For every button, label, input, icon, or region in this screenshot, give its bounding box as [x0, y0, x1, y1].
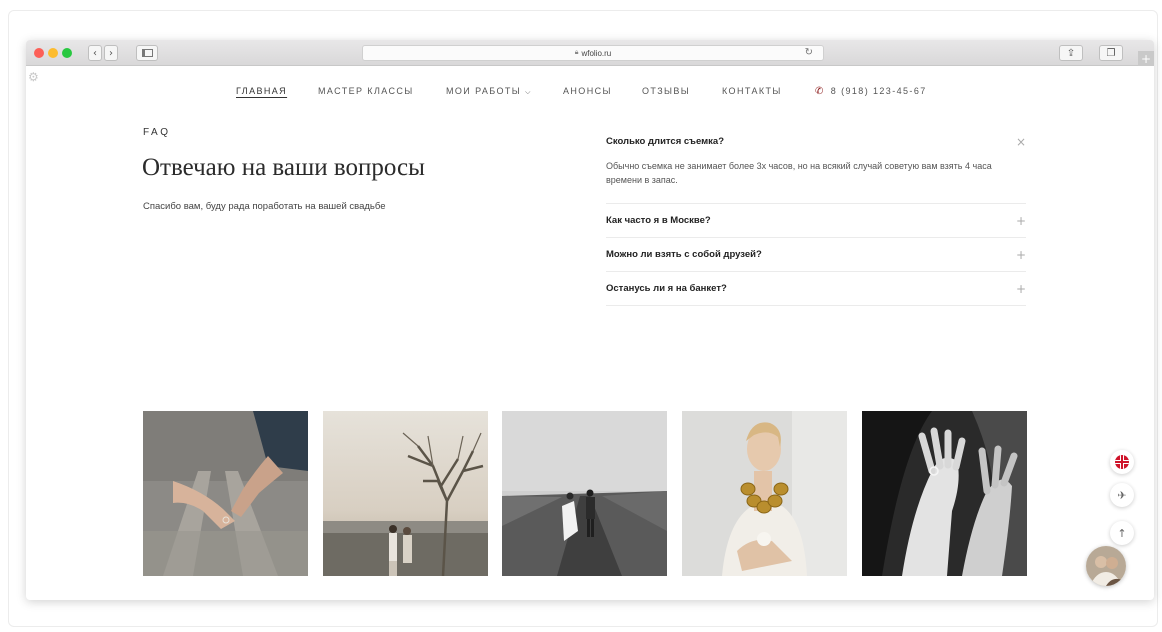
nav-phone-number: 8 (918) 123-45-67 — [830, 86, 927, 96]
plus-icon[interactable]: + — [1016, 279, 1026, 299]
photo-gallery — [143, 411, 1027, 576]
reload-icon[interactable]: ↻ — [805, 47, 813, 58]
nav-item-master-classes[interactable]: МАСТЕР КЛАССЫ — [318, 86, 414, 96]
nav-item-reviews[interactable]: ОТЗЫВЫ — [642, 86, 690, 96]
plus-icon[interactable]: + — [1016, 211, 1026, 231]
browser-window: ‹ › 🔒︎ wfolio.ru ↻ ⇪ ❐ + ⚙ ГЛАВНАЯ МАСТЕ… — [26, 40, 1154, 600]
address-bar[interactable]: 🔒︎ wfolio.ru ↻ — [362, 45, 824, 61]
nav-item-contacts[interactable]: КОНТАКТЫ — [722, 86, 782, 96]
maximize-window-button[interactable] — [62, 48, 72, 58]
address-url: wfolio.ru — [581, 48, 612, 58]
faq-question-open[interactable]: Сколько длится съемка? × — [606, 132, 1026, 152]
send-message-button[interactable]: ✈ — [1110, 483, 1134, 507]
language-switch-button[interactable] — [1110, 450, 1134, 474]
share-button[interactable]: ⇪ — [1059, 45, 1083, 61]
browser-toolbar: ‹ › 🔒︎ wfolio.ru ↻ ⇪ ❐ + — [26, 40, 1154, 66]
plus-icon[interactable]: + — [1016, 245, 1026, 265]
gallery-photo-hands-closeup[interactable] — [862, 411, 1027, 576]
faq-question[interactable]: Как часто я в Москве? + — [606, 204, 1026, 238]
close-icon[interactable]: × — [1016, 132, 1026, 152]
gallery-photo-gold-necklace[interactable] — [682, 411, 847, 576]
chevron-down-icon: ⌵ — [525, 88, 532, 96]
faq-question-text: Можно ли взять с собой друзей? — [606, 249, 762, 260]
page-subtitle: Спасибо вам, буду рада поработать на ваш… — [143, 201, 386, 212]
gallery-photo-hands-railway[interactable] — [143, 411, 308, 576]
main-navigation: ГЛАВНАЯ МАСТЕР КЛАССЫ МОИ РАБОТЫ ⌵ АНОНС… — [26, 86, 1154, 102]
nav-item-my-works[interactable]: МОИ РАБОТЫ ⌵ — [446, 86, 532, 97]
uk-flag-icon — [1115, 455, 1129, 469]
faq-question[interactable]: Можно ли взять с собой друзей? + — [606, 238, 1026, 272]
close-window-button[interactable] — [34, 48, 44, 58]
faq-answer: Обычно съемка не занимает более 3х часов… — [606, 152, 1026, 204]
chevron-left-icon: ‹ — [93, 47, 97, 59]
gallery-photo-tree-sunset[interactable] — [323, 411, 488, 576]
new-tab-button[interactable]: + — [1138, 51, 1154, 66]
minimize-window-button[interactable] — [48, 48, 58, 58]
sidebar-icon — [141, 49, 153, 57]
nav-item-home[interactable]: ГЛАВНАЯ — [236, 86, 287, 96]
paper-plane-icon: ✈ — [1117, 488, 1127, 502]
share-icon: ⇪ — [1066, 47, 1076, 59]
nav-item-my-works-label: МОИ РАБОТЫ — [446, 86, 522, 96]
tabs-overview-button[interactable]: ❐ — [1099, 45, 1123, 61]
phone-icon: ✆ — [815, 86, 825, 97]
faq-label: FAQ — [143, 127, 171, 138]
nav-item-announcements[interactable]: АНОНСЫ — [563, 86, 612, 96]
sidebar-toggle-button[interactable] — [136, 45, 158, 61]
nav-phone-link[interactable]: ✆ 8 (918) 123-45-67 — [815, 86, 927, 97]
faq-question-text: Сколько длится съемка? — [606, 136, 725, 147]
faq-question-text: Как часто я в Москве? — [606, 215, 711, 226]
chevron-right-icon: › — [109, 47, 113, 59]
faq-question[interactable]: Останусь ли я на банкет? + — [606, 272, 1026, 306]
page-title: Отвечаю на ваши вопросы — [142, 154, 425, 181]
tabs-icon: ❐ — [1106, 47, 1116, 59]
back-button[interactable]: ‹ — [88, 45, 102, 61]
gallery-photo-road-walk[interactable] — [502, 411, 667, 576]
faq-question-text: Останусь ли я на банкет? — [606, 283, 727, 294]
forward-button[interactable]: › — [104, 45, 118, 61]
plus-icon: + — [1140, 51, 1152, 66]
arrow-up-icon: ↑ — [1117, 526, 1127, 540]
avatar[interactable] — [1086, 546, 1126, 586]
settings-gear-icon[interactable]: ⚙ — [28, 70, 39, 84]
faq-accordion: Сколько длится съемка? × Обычно съемка н… — [606, 132, 1026, 306]
lock-icon: 🔒︎ — [574, 49, 579, 56]
scroll-to-top-button[interactable]: ↑ — [1110, 521, 1134, 545]
